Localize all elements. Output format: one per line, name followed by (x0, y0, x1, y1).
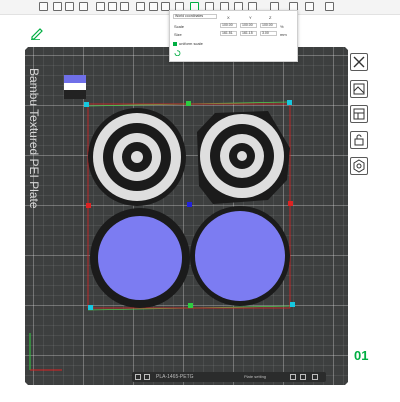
axis-gizmo (29, 333, 62, 371)
scale-unit: % (280, 24, 284, 29)
size-z-input[interactable]: 3.00 (260, 31, 277, 36)
target-model-left[interactable] (88, 108, 186, 206)
uniform-scale-label: uniform scale (179, 41, 203, 46)
scale-x-input[interactable]: 100.00 (220, 23, 237, 28)
size-x-input[interactable]: 161.51 (220, 31, 237, 36)
coordinate-system-value: World coordinates (175, 14, 204, 18)
lock-icon (354, 134, 364, 146)
close-button[interactable] (350, 53, 368, 71)
layout-button[interactable] (350, 105, 368, 123)
plate-bar-icon-4[interactable] (300, 374, 306, 380)
plate-bar-icon-2[interactable] (144, 374, 150, 380)
size-y-input[interactable]: 161.15 (240, 31, 257, 36)
scale-z-input[interactable]: 100.00 (260, 23, 277, 28)
target-model-right[interactable] (197, 111, 290, 204)
size-unit: mm (280, 32, 287, 37)
plate-bar-icon-5[interactable] (312, 374, 318, 380)
arrange-button[interactable] (350, 80, 368, 98)
settings-icon (353, 159, 365, 173)
plate-bar-text: PLA-1465-PETG (156, 374, 194, 380)
scale-label: Scale (174, 24, 185, 29)
coordinate-system-select[interactable]: World coordinates (173, 14, 217, 19)
disc-model-right[interactable] (190, 206, 290, 306)
close-icon (353, 56, 365, 68)
uniform-scale-checkbox[interactable] (173, 42, 177, 46)
lock-button[interactable] (350, 131, 368, 149)
plate-bar-icon[interactable] (135, 374, 141, 380)
plate-settings-label[interactable]: Plate setting (244, 374, 266, 379)
scale-panel: World coordinates X Y Z Scale 100.00 100… (169, 10, 298, 62)
settings-button[interactable] (350, 157, 368, 175)
disc-model-left[interactable] (90, 208, 190, 308)
plate-bar-icon-3[interactable] (290, 374, 296, 380)
layout-icon (353, 108, 365, 120)
size-label: Size (174, 32, 182, 37)
axis-y-label: Y (249, 15, 252, 20)
plate-number[interactable]: 01 (354, 348, 368, 363)
axis-x-label: X (227, 15, 230, 20)
axis-z-label: Z (269, 15, 272, 20)
arrange-icon (353, 83, 365, 95)
reset-icon[interactable] (174, 50, 182, 56)
plate-bottom-bar: PLA-1465-PETG Plate setting (132, 372, 326, 382)
scale-y-input[interactable]: 100.00 (240, 23, 257, 28)
